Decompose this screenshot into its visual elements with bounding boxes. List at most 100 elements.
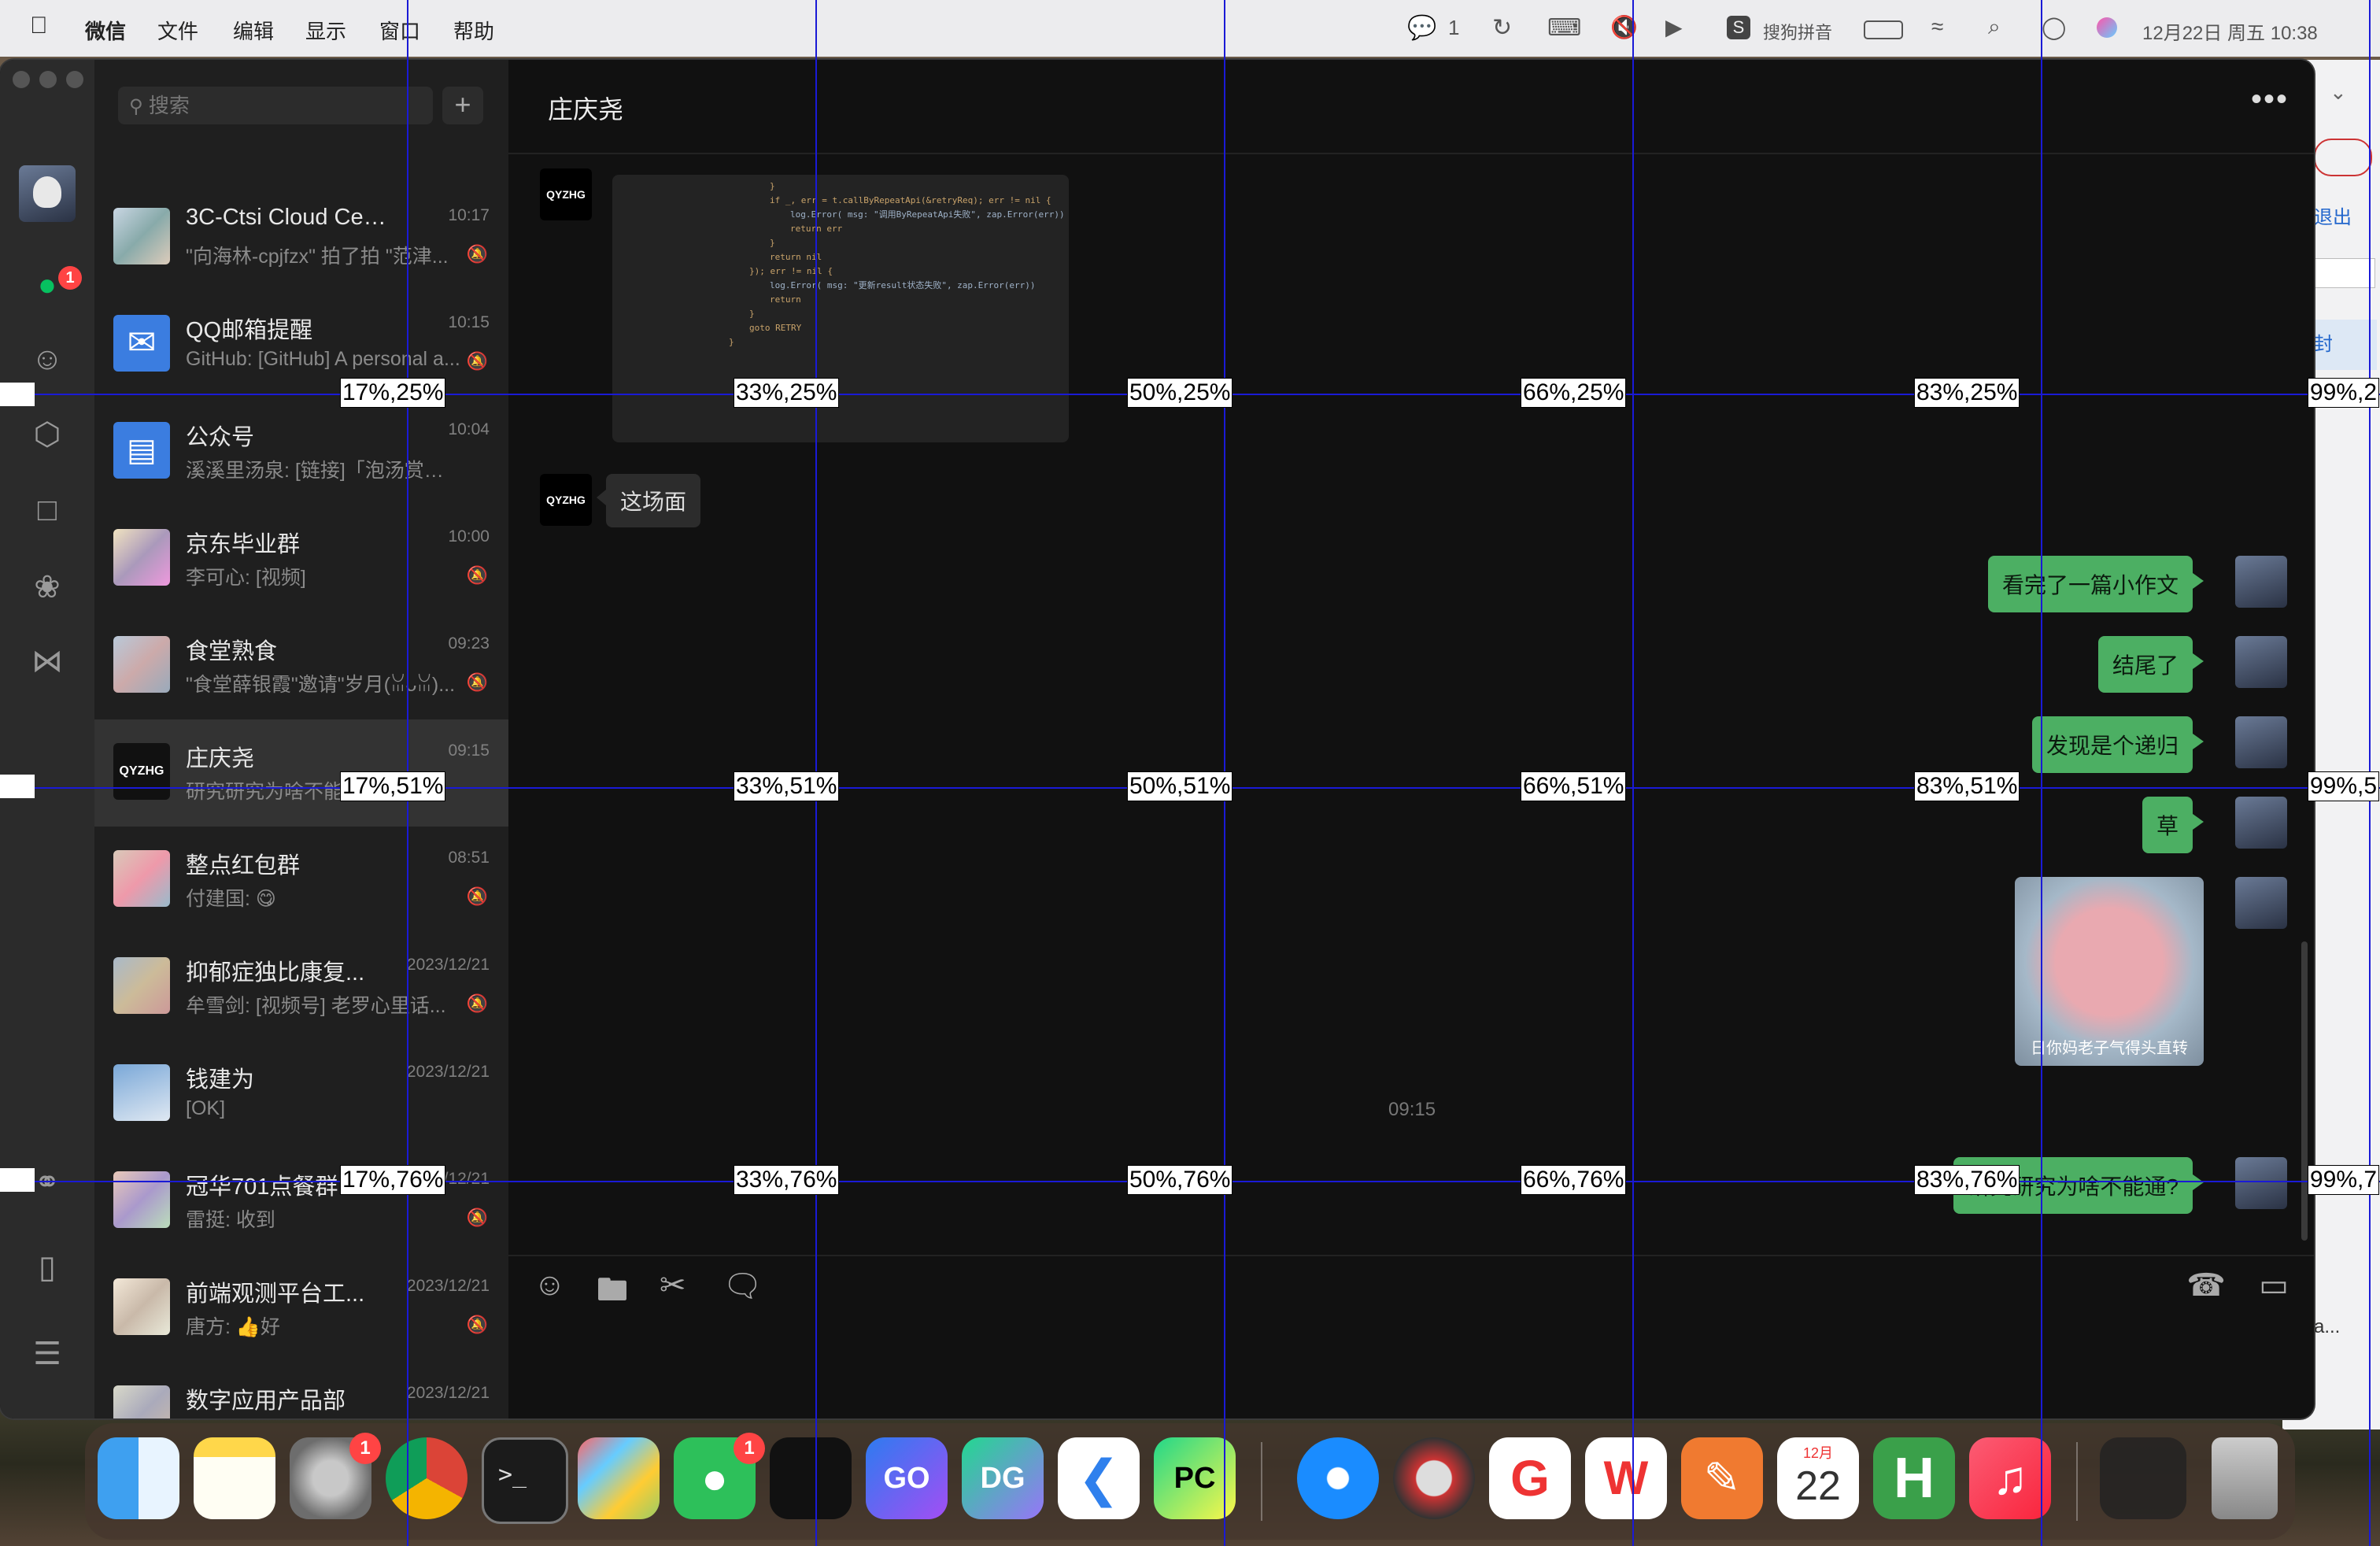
conversation-title: 庄庆尧 — [186, 746, 255, 771]
favorites-icon[interactable]: ⬡ — [27, 414, 68, 455]
grid-label: 33%,76% — [734, 1165, 840, 1195]
music-icon[interactable]: ♫ — [1969, 1437, 2051, 1519]
menu-file[interactable]: 文件 — [157, 16, 198, 45]
minimize-window-button[interactable] — [39, 71, 57, 88]
siri-icon[interactable] — [2097, 17, 2117, 38]
select-box[interactable] — [2314, 258, 2375, 288]
sticker-image[interactable]: 日你妈老子气得头直转 — [2015, 877, 2204, 1066]
hbuilder-icon[interactable]: H — [1873, 1437, 1955, 1519]
list-item[interactable]: 冠华701点餐群 雷挺: 收到 2023/12/21 🔕 — [94, 1148, 508, 1255]
menu-wechat[interactable]: 微信 — [85, 16, 126, 45]
finder-icon[interactable] — [98, 1437, 179, 1519]
close-window-button[interactable] — [13, 71, 30, 88]
menu-view[interactable]: 显示 — [305, 16, 346, 45]
my-avatar[interactable] — [2235, 636, 2287, 688]
spotlight-search-icon[interactable]: ⌕ — [1988, 14, 2001, 40]
message-bubble-outgoing[interactable]: 结尾了 — [2097, 636, 2204, 693]
folder-icon[interactable]: 🖿 — [597, 1267, 628, 1321]
list-item[interactable]: 食堂熟食 "食堂薛银霞"邀请"岁月(ꈍᴗꈍ)... 09:23 🔕 — [94, 612, 508, 719]
list-item[interactable]: 抑郁症独比康复... 牟雪剑: [视频号] 老罗心里话... 2023/12/2… — [94, 934, 508, 1041]
contact-avatar[interactable]: QYZHG — [540, 168, 592, 220]
list-item-active[interactable]: QYZHG 庄庆尧 研究研究为啥不能通? 09:15 — [94, 719, 508, 827]
menu-icon[interactable]: ☰ — [27, 1333, 68, 1374]
my-avatar[interactable] — [2235, 797, 2287, 849]
ime-label[interactable]: 搜狗拼音 — [1763, 19, 1832, 44]
wps-icon[interactable]: W — [1585, 1437, 1667, 1519]
calendar-icon[interactable]: 12月 22 — [1777, 1437, 1859, 1519]
battery-icon[interactable] — [1864, 20, 1903, 39]
mute-bell-icon: 🔕 — [466, 244, 488, 264]
media-icon[interactable] — [1393, 1437, 1475, 1519]
list-item[interactable]: 数字应用产品部 2023/12/21 — [94, 1362, 508, 1418]
search-input[interactable]: ⚲ 搜索 — [118, 87, 433, 124]
phone-icon[interactable]: ▯ — [27, 1247, 68, 1288]
pen-app-icon[interactable]: ✎ — [1681, 1437, 1763, 1519]
list-item[interactable]: ✉ QQ邮箱提醒 GitHub: [GitHub] A personal a..… — [94, 291, 508, 398]
launchpad-icon[interactable] — [578, 1437, 660, 1519]
message-bubble-outgoing[interactable]: 草 — [2142, 797, 2204, 853]
terminal-icon[interactable]: >_ — [482, 1437, 568, 1524]
video-call-icon[interactable]: ▭ — [2259, 1267, 2289, 1304]
sync-icon[interactable]: ↻ — [1492, 14, 1512, 42]
control-center-icon[interactable]: ◯ — [2042, 14, 2066, 40]
scrollbar[interactable] — [2301, 941, 2308, 1241]
chat-history-icon[interactable]: 🗨 — [722, 1267, 763, 1304]
goland-icon[interactable]: GO — [866, 1437, 948, 1519]
message-bubble-incoming[interactable]: 这场面 — [596, 474, 701, 527]
play-icon[interactable]: ▶ — [1665, 14, 1683, 40]
message-bubble-outgoing[interactable]: 看完了一篇小作文 — [1987, 556, 2204, 612]
my-avatar[interactable] — [2235, 1157, 2287, 1209]
search-icon: ⚲ — [129, 96, 143, 117]
more-button[interactable] — [2314, 139, 2372, 176]
my-avatar[interactable] — [2235, 556, 2287, 608]
zoom-window-button[interactable] — [66, 71, 83, 88]
chrome-icon[interactable] — [386, 1437, 468, 1519]
list-item[interactable]: 京东毕业群 李可心: [视频] 10:00 🔕 — [94, 505, 508, 612]
keyboard-icon[interactable]: ⌨ — [1547, 14, 1581, 42]
more-icon[interactable]: ••• — [2251, 82, 2289, 117]
datetime[interactable]: 12月22日 周五 10:38 — [2142, 17, 2318, 45]
message-bubble-outgoing[interactable]: 发现是个递归 — [2031, 716, 2204, 773]
window-manager-icon[interactable] — [770, 1437, 852, 1519]
apple-icon[interactable]:  — [30, 13, 48, 39]
chevron-down-icon[interactable]: ⌄ — [2330, 80, 2347, 105]
vscode-icon[interactable]: ❮ — [1058, 1437, 1140, 1519]
voice-call-icon[interactable]: ☎ — [2186, 1267, 2226, 1304]
list-item[interactable]: 整点红包群 付建国: 😋 08:51 🔕 — [94, 827, 508, 934]
contact-avatar[interactable]: QYZHG — [540, 474, 592, 526]
wechat-status-icon[interactable]: 💬 — [1407, 14, 1436, 42]
g-app-icon[interactable]: G — [1489, 1437, 1571, 1519]
folder-icon[interactable]: □ — [27, 490, 68, 531]
avatar[interactable] — [19, 165, 76, 222]
moments-icon[interactable]: ❀ — [27, 567, 68, 608]
my-avatar[interactable] — [2235, 877, 2287, 929]
notes-icon[interactable] — [194, 1437, 275, 1519]
my-avatar[interactable] — [2235, 716, 2287, 768]
list-item[interactable]: ▤ 公众号 溪溪里汤泉: [链接]「泡汤赏雪・... 10:04 — [94, 398, 508, 505]
code-screenshot-image[interactable]: } if _, err = t.callByRepeatApi(&retryRe… — [612, 175, 1069, 442]
exit-link[interactable]: 退出 — [2314, 202, 2352, 229]
list-item[interactable]: 3C-Ctsi Cloud Center "向海林-cpjfzx" 拍了拍 "范… — [94, 184, 508, 291]
menu-edit[interactable]: 编辑 — [233, 16, 274, 45]
grid-label: 17%,25% — [340, 378, 446, 408]
sogou-icon[interactable]: S — [1727, 16, 1750, 39]
scissors-icon[interactable]: ✂ — [660, 1267, 686, 1304]
channels-icon[interactable]: ⋈ — [27, 641, 68, 682]
emoji-icon[interactable]: ☺ — [534, 1267, 566, 1303]
dock-divider — [1261, 1442, 1262, 1521]
add-button[interactable]: + — [442, 87, 483, 124]
code-line: return nil — [770, 252, 822, 262]
trash-icon[interactable] — [2212, 1437, 2278, 1519]
contacts-icon[interactable]: ☺ — [27, 338, 68, 379]
list-item[interactable]: 前端观测平台工... 唐方: 👍好 2023/12/21 🔕 — [94, 1255, 508, 1362]
safari-icon[interactable] — [1297, 1437, 1379, 1519]
minimized-window[interactable] — [2100, 1437, 2186, 1519]
wifi-icon[interactable]: ≈ — [1931, 14, 1943, 39]
menu-window[interactable]: 窗口 — [379, 16, 420, 45]
datagrip-icon[interactable]: DG — [962, 1437, 1044, 1519]
seal-tab[interactable]: 封 — [2314, 320, 2377, 370]
divider — [508, 1255, 2314, 1256]
grid-line-v — [1632, 0, 1634, 1546]
list-item[interactable]: 钱建为 [OK] 2023/12/21 — [94, 1041, 508, 1148]
menu-help[interactable]: 帮助 — [453, 16, 494, 45]
